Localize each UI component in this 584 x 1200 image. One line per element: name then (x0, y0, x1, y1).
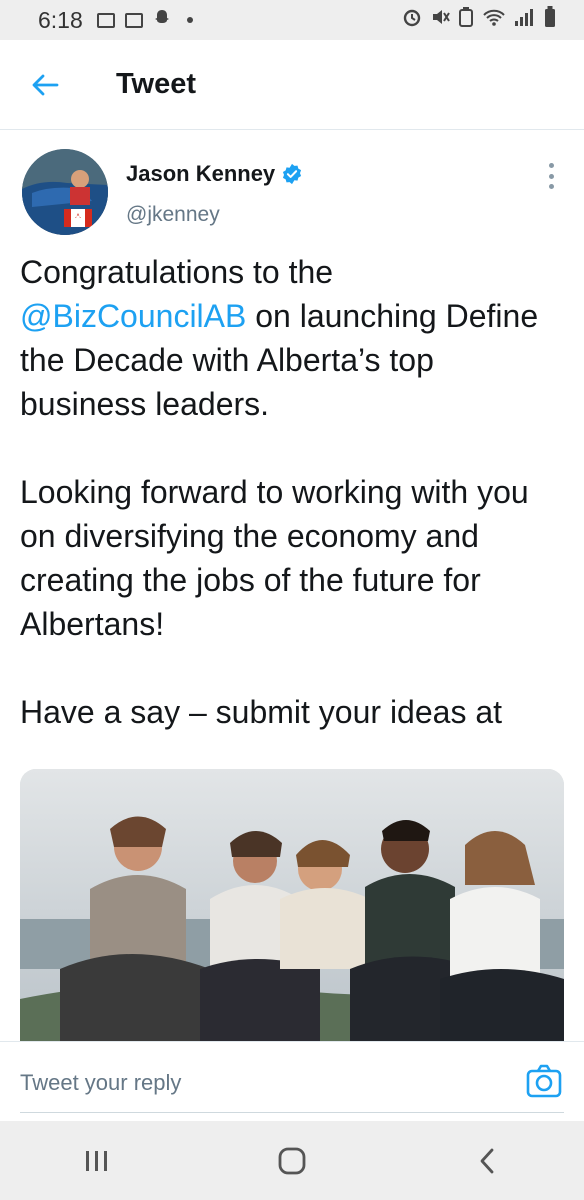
reply-input[interactable]: Tweet your reply (20, 1070, 181, 1096)
status-bar: 6:18 (0, 0, 584, 40)
calendar-icon (96, 12, 115, 28)
author-name[interactable]: Jason Kenney (126, 161, 303, 187)
back-button[interactable] (20, 60, 70, 110)
home-button[interactable] (262, 1131, 322, 1191)
alarm-icon (402, 7, 422, 33)
avatar[interactable] (22, 149, 108, 235)
notification-dot-icon (186, 17, 193, 23)
more-dot-icon (548, 184, 554, 189)
camera-icon (526, 1064, 562, 1098)
battery-icon (544, 6, 556, 34)
back-arrow-icon (32, 74, 59, 95)
chevron-left-icon (480, 1148, 494, 1173)
tweet-text: Congratulations to the @BizCouncilAB on … (20, 250, 568, 734)
more-options-button[interactable] (546, 163, 556, 189)
app-bar: Tweet (0, 40, 584, 130)
more-dot-icon (548, 163, 554, 168)
recent-apps-icon (86, 1150, 108, 1171)
image-icon (124, 12, 143, 28)
tweet-paragraph: Congratulations to the @BizCouncilAB on … (20, 250, 568, 426)
camera-button[interactable] (526, 1064, 562, 1098)
more-dot-icon (548, 173, 554, 179)
tweet-image[interactable] (20, 769, 564, 1049)
tweet-detail: Jason Kenney @jkenney Congratulations to… (0, 131, 584, 1049)
tweet-author: Jason Kenney @jkenney (0, 131, 584, 241)
battery-saver-icon (458, 7, 474, 33)
mention-link[interactable]: @BizCouncilAB (20, 298, 246, 334)
signal-icon (514, 7, 536, 33)
tweet-text-part: Congratulations to the (20, 254, 334, 290)
home-icon (278, 1147, 306, 1174)
status-time: 6:18 (38, 6, 83, 33)
page-title: Tweet (116, 68, 197, 100)
wifi-icon (482, 7, 506, 33)
author-handle[interactable]: @jkenney (126, 203, 220, 227)
mute-icon (430, 7, 450, 33)
tweet-paragraph: Looking forward to working with you on d… (20, 474, 529, 642)
reply-bar: Tweet your reply (0, 1041, 584, 1121)
reply-underline (20, 1112, 564, 1113)
verified-badge-icon (283, 163, 302, 185)
author-name-text: Jason Kenney (126, 161, 276, 186)
system-nav-bar (0, 1121, 584, 1200)
tweet-paragraph: Have a say – submit your ideas at (20, 694, 503, 730)
snapchat-icon (153, 7, 171, 33)
recent-apps-button[interactable] (67, 1131, 127, 1191)
system-back-button[interactable] (457, 1131, 517, 1191)
